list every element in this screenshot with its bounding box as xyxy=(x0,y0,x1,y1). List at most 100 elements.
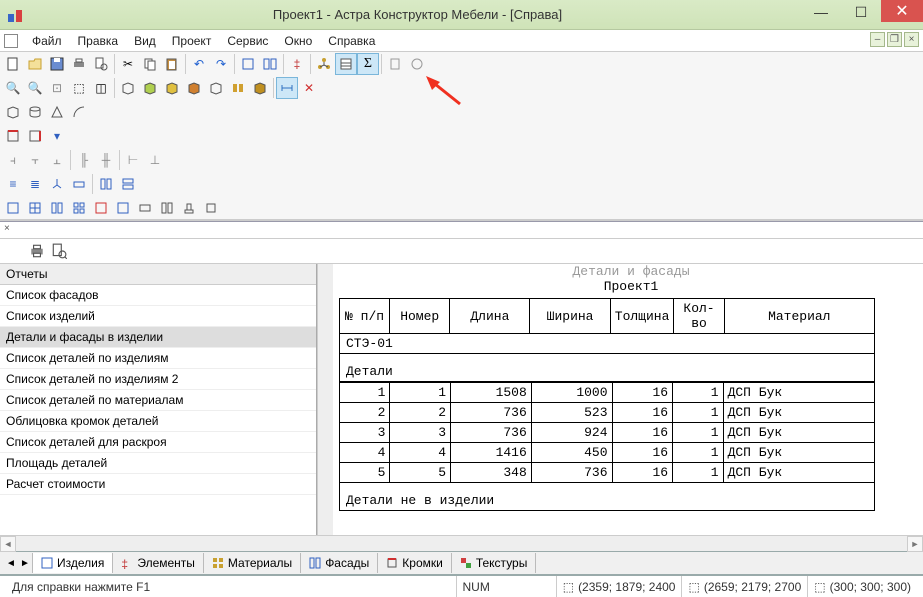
report-item[interactable]: Список деталей по материалам xyxy=(0,390,316,411)
al5-icon[interactable]: ╫ xyxy=(95,149,117,171)
menu-service[interactable]: Сервис xyxy=(219,32,276,50)
m1-icon[interactable]: ≡ xyxy=(2,173,24,195)
al4-icon[interactable]: ╟ xyxy=(73,149,95,171)
scroll-right-icon[interactable]: ► xyxy=(907,536,923,552)
report-item[interactable]: Список деталей для раскроя xyxy=(0,432,316,453)
open-icon[interactable] xyxy=(24,53,46,75)
paste-icon[interactable] xyxy=(161,53,183,75)
mdi-minimize[interactable]: – xyxy=(870,32,885,47)
report-item[interactable]: Расчет стоимости xyxy=(0,474,316,495)
menu-file[interactable]: Файл xyxy=(24,32,70,50)
tab-elements[interactable]: ‡Элементы xyxy=(113,553,204,573)
al6-icon[interactable]: ⊢ xyxy=(122,149,144,171)
tab-materials[interactable]: Материалы xyxy=(204,553,301,573)
system-menu-icon[interactable] xyxy=(4,34,18,48)
p5-icon[interactable] xyxy=(90,197,112,219)
preview-icon[interactable] xyxy=(90,53,112,75)
box7-icon[interactable] xyxy=(249,77,271,99)
tab-products[interactable]: Изделия xyxy=(32,553,113,573)
p2-icon[interactable] xyxy=(24,197,46,219)
m3-icon[interactable] xyxy=(46,173,68,195)
menu-window[interactable]: Окно xyxy=(276,32,320,50)
p1-icon[interactable] xyxy=(2,197,24,219)
zoom-fit-icon[interactable]: ⊡ xyxy=(46,77,68,99)
box2-icon[interactable] xyxy=(139,77,161,99)
tool-tree-icon[interactable] xyxy=(313,53,335,75)
view2-icon[interactable]: ◫ xyxy=(90,77,112,99)
scroll-left-icon[interactable]: ◄ xyxy=(0,536,16,552)
menu-view[interactable]: Вид xyxy=(126,32,164,50)
zoom-in-icon[interactable]: 🔍 xyxy=(2,77,24,99)
p8-icon[interactable] xyxy=(156,197,178,219)
menu-help[interactable]: Справка xyxy=(320,32,383,50)
redx-icon[interactable]: ✕ xyxy=(298,77,320,99)
al7-icon[interactable]: ⊥ xyxy=(144,149,166,171)
shape-box-icon[interactable] xyxy=(2,101,24,123)
shape-cyl-icon[interactable] xyxy=(24,101,46,123)
edge1-icon[interactable] xyxy=(2,125,24,147)
tool-b1[interactable] xyxy=(384,53,406,75)
p10-icon[interactable] xyxy=(200,197,222,219)
save-icon[interactable] xyxy=(46,53,68,75)
close-button[interactable]: ✕ xyxy=(881,0,923,22)
edge2-icon[interactable] xyxy=(24,125,46,147)
panel-print-icon[interactable] xyxy=(28,242,46,260)
box6-icon[interactable] xyxy=(227,77,249,99)
undo-icon[interactable]: ↶ xyxy=(188,53,210,75)
minimize-button[interactable]: — xyxy=(801,0,841,24)
panel-preview-icon[interactable] xyxy=(50,242,68,260)
p3-icon[interactable] xyxy=(46,197,68,219)
p6-icon[interactable] xyxy=(112,197,134,219)
shape-tri-icon[interactable] xyxy=(46,101,68,123)
report-item[interactable]: Список деталей по изделиям 2 xyxy=(0,369,316,390)
box3-icon[interactable] xyxy=(161,77,183,99)
report-item[interactable]: Облицовка кромок деталей xyxy=(0,411,316,432)
tool-screw-icon[interactable]: ‡ xyxy=(286,53,308,75)
report-item[interactable]: Детали и фасады в изделии xyxy=(0,327,316,348)
al1-icon[interactable]: ⫞ xyxy=(2,149,24,171)
tab-scroll-left-icon[interactable]: ◄ xyxy=(4,555,18,571)
p9-icon[interactable] xyxy=(178,197,200,219)
menu-edit[interactable]: Правка xyxy=(70,32,127,50)
cut-icon[interactable]: ✂ xyxy=(117,53,139,75)
shape-arc-icon[interactable] xyxy=(68,101,90,123)
dim-icon[interactable] xyxy=(276,77,298,99)
arrow-down-icon[interactable]: ▾ xyxy=(46,125,68,147)
al2-icon[interactable]: ⫟ xyxy=(24,149,46,171)
copy-icon[interactable] xyxy=(139,53,161,75)
tool-a2[interactable] xyxy=(259,53,281,75)
m4-icon[interactable] xyxy=(68,173,90,195)
al3-icon[interactable]: ⫠ xyxy=(46,149,68,171)
p7-icon[interactable] xyxy=(134,197,156,219)
tab-facades[interactable]: Фасады xyxy=(301,553,378,573)
tool-a1[interactable] xyxy=(237,53,259,75)
h-scrollbar[interactable]: ◄ ► xyxy=(0,535,923,551)
m5-icon[interactable] xyxy=(95,173,117,195)
report-item[interactable]: Список изделий xyxy=(0,306,316,327)
report-item[interactable]: Список деталей по изделиям xyxy=(0,348,316,369)
tab-scroll-right-icon[interactable]: ► xyxy=(18,555,32,571)
new-icon[interactable] xyxy=(2,53,24,75)
mdi-close[interactable]: × xyxy=(904,32,919,47)
view-icon[interactable]: ⬚ xyxy=(68,77,90,99)
tool-b2[interactable] xyxy=(406,53,428,75)
p4-icon[interactable] xyxy=(68,197,90,219)
zoom-out-icon[interactable]: 🔍 xyxy=(24,77,46,99)
report-item[interactable]: Площадь деталей xyxy=(0,453,316,474)
tab-edges[interactable]: Кромки xyxy=(378,553,452,573)
maximize-button[interactable]: ☐ xyxy=(841,0,881,24)
mdi-restore[interactable]: ❐ xyxy=(887,32,902,47)
m2-icon[interactable]: ≣ xyxy=(24,173,46,195)
redo-icon[interactable]: ↷ xyxy=(210,53,232,75)
menu-project[interactable]: Проект xyxy=(164,32,220,50)
tab-textures[interactable]: Текстуры xyxy=(452,553,537,573)
box5-icon[interactable] xyxy=(205,77,227,99)
tool-list-icon[interactable] xyxy=(335,53,357,75)
box1-icon[interactable] xyxy=(117,77,139,99)
tool-sigma-icon[interactable]: Σ xyxy=(357,53,379,75)
print-icon[interactable] xyxy=(68,53,90,75)
box4-icon[interactable] xyxy=(183,77,205,99)
panel-close-icon[interactable]: × xyxy=(4,223,10,234)
left-scrollbar[interactable] xyxy=(317,264,333,535)
report-item[interactable]: Список фасадов xyxy=(0,285,316,306)
